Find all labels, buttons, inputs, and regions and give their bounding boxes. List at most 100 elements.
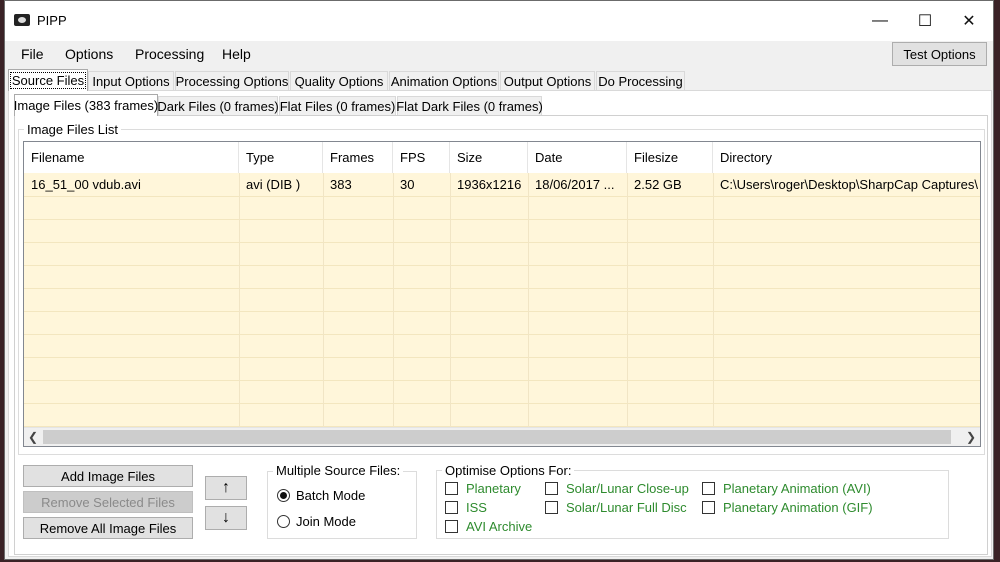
planetary-checkbox[interactable]: Planetary [445, 481, 521, 496]
list-header: Filename Type Frames FPS Size Date Files… [24, 142, 980, 174]
column-type[interactable]: Type [239, 142, 323, 173]
app-camera-icon[interactable] [14, 14, 30, 26]
cell-filesize: 2.52 GB [634, 177, 682, 192]
remove-selected-files-button[interactable]: Remove Selected Files [23, 491, 193, 513]
optimise-label: Optimise Options For: [442, 463, 575, 478]
radio-unchecked-icon[interactable] [277, 515, 290, 528]
remove-all-image-files-button[interactable]: Remove All Image Files [23, 517, 193, 539]
image-files-list-label: Image Files List [24, 122, 122, 137]
column-divider [239, 173, 240, 429]
batch-mode-radio[interactable]: Batch Mode [277, 488, 365, 503]
column-divider [450, 173, 451, 429]
solar-lunar-closeup-label: Solar/Lunar Close-up [566, 481, 689, 496]
tab-input-options[interactable]: Input Options [88, 71, 174, 91]
planetary-animation-avi-checkbox[interactable]: Planetary Animation (AVI) [702, 481, 871, 496]
solar-lunar-full-disc-checkbox[interactable]: Solar/Lunar Full Disc [545, 500, 687, 515]
cell-date: 18/06/2017 ... [535, 177, 615, 192]
empty-row [24, 265, 980, 289]
cell-type: avi (DIB ) [246, 177, 301, 192]
menu-file[interactable]: File [21, 46, 44, 62]
checkbox-icon[interactable] [445, 482, 458, 495]
avi-archive-checkbox[interactable]: AVI Archive [445, 519, 532, 534]
column-size[interactable]: Size [450, 142, 528, 173]
cell-directory: C:\Users\roger\Desktop\SharpCap Captures… [720, 177, 979, 192]
checkbox-icon[interactable] [545, 501, 558, 514]
column-date[interactable]: Date [528, 142, 627, 173]
table-row[interactable]: 16_51_00 vdub.avi avi (DIB ) 383 30 1936… [24, 173, 980, 197]
test-options-button[interactable]: Test Options [892, 42, 987, 66]
solar-lunar-closeup-checkbox[interactable]: Solar/Lunar Close-up [545, 481, 689, 496]
checkbox-icon[interactable] [702, 501, 715, 514]
planetary-animation-gif-label: Planetary Animation (GIF) [723, 500, 873, 515]
checkbox-icon[interactable] [702, 482, 715, 495]
column-divider [528, 173, 529, 429]
column-divider [323, 173, 324, 429]
tab-processing-options[interactable]: Processing Options [175, 71, 289, 91]
column-filesize[interactable]: Filesize [627, 142, 713, 173]
list-body[interactable]: 16_51_00 vdub.avi avi (DIB ) 383 30 1936… [24, 173, 980, 429]
add-image-files-button[interactable]: Add Image Files [23, 465, 193, 487]
column-divider [393, 173, 394, 429]
close-button[interactable]: ✕ [946, 1, 992, 41]
empty-row [24, 242, 980, 266]
empty-row [24, 334, 980, 358]
scroll-left-icon[interactable]: ❮ [24, 428, 42, 446]
tab-source-files-label: Source Files [9, 72, 87, 89]
menu-processing[interactable]: Processing [135, 46, 204, 62]
checkbox-icon[interactable] [545, 482, 558, 495]
batch-mode-label: Batch Mode [296, 488, 366, 503]
move-up-button[interactable]: ↑ [205, 476, 247, 500]
cell-fps: 30 [400, 177, 415, 192]
title-bar[interactable]: PIPP — ☐ ✕ [5, 1, 993, 41]
planetary-label: Planetary [466, 481, 521, 496]
planetary-animation-avi-label: Planetary Animation (AVI) [723, 481, 871, 496]
tab-source-files[interactable]: Source Files [8, 69, 88, 91]
scroll-right-icon[interactable]: ❯ [962, 428, 980, 446]
column-frames[interactable]: Frames [323, 142, 393, 173]
column-divider [713, 173, 714, 429]
empty-row [24, 380, 980, 404]
tab-animation-options[interactable]: Animation Options [389, 71, 499, 91]
tab-quality-options[interactable]: Quality Options [290, 71, 388, 91]
empty-row [24, 219, 980, 243]
multiple-source-label: Multiple Source Files: [273, 463, 404, 478]
iss-label: ISS [466, 500, 487, 515]
image-files-list[interactable]: Filename Type Frames FPS Size Date Files… [23, 141, 981, 447]
column-directory[interactable]: Directory [713, 142, 980, 173]
tab-flat-files[interactable]: Flat Files (0 frames) [279, 96, 396, 116]
column-filename[interactable]: Filename [24, 142, 239, 173]
checkbox-icon[interactable] [445, 501, 458, 514]
menu-help[interactable]: Help [222, 46, 251, 62]
empty-row [24, 288, 980, 312]
cell-filename: 16_51_00 vdub.avi [31, 177, 141, 192]
scrollbar-thumb[interactable] [43, 430, 951, 444]
tab-image-files[interactable]: Image Files (383 frames) [14, 94, 158, 116]
radio-checked-icon[interactable] [277, 489, 290, 502]
minimize-button[interactable]: — [857, 1, 903, 41]
join-mode-radio[interactable]: Join Mode [277, 514, 356, 529]
tab-dark-files[interactable]: Dark Files (0 frames) [157, 96, 279, 116]
avi-archive-label: AVI Archive [466, 519, 533, 534]
empty-row [24, 196, 980, 220]
maximize-button[interactable]: ☐ [902, 1, 948, 41]
cell-frames: 383 [330, 177, 352, 192]
menu-options[interactable]: Options [65, 46, 113, 62]
column-fps[interactable]: FPS [393, 142, 450, 173]
empty-row [24, 311, 980, 335]
tab-do-processing[interactable]: Do Processing [596, 71, 685, 91]
iss-checkbox[interactable]: ISS [445, 500, 487, 515]
tab-flat-dark-files[interactable]: Flat Dark Files (0 frames) [396, 96, 543, 116]
column-divider [627, 173, 628, 429]
move-down-button[interactable]: ↓ [205, 506, 247, 530]
empty-row [24, 403, 980, 427]
horizontal-scrollbar[interactable]: ❮ ❯ [24, 427, 980, 446]
empty-row [24, 357, 980, 381]
window-title: PIPP [37, 13, 67, 28]
join-mode-label: Join Mode [296, 514, 356, 529]
checkbox-icon[interactable] [445, 520, 458, 533]
tab-output-options[interactable]: Output Options [500, 71, 595, 91]
planetary-animation-gif-checkbox[interactable]: Planetary Animation (GIF) [702, 500, 873, 515]
solar-lunar-full-disc-label: Solar/Lunar Full Disc [566, 500, 687, 515]
app-window: PIPP — ☐ ✕ File Options Processing Help … [4, 0, 994, 560]
cell-size: 1936x1216 [457, 177, 522, 192]
